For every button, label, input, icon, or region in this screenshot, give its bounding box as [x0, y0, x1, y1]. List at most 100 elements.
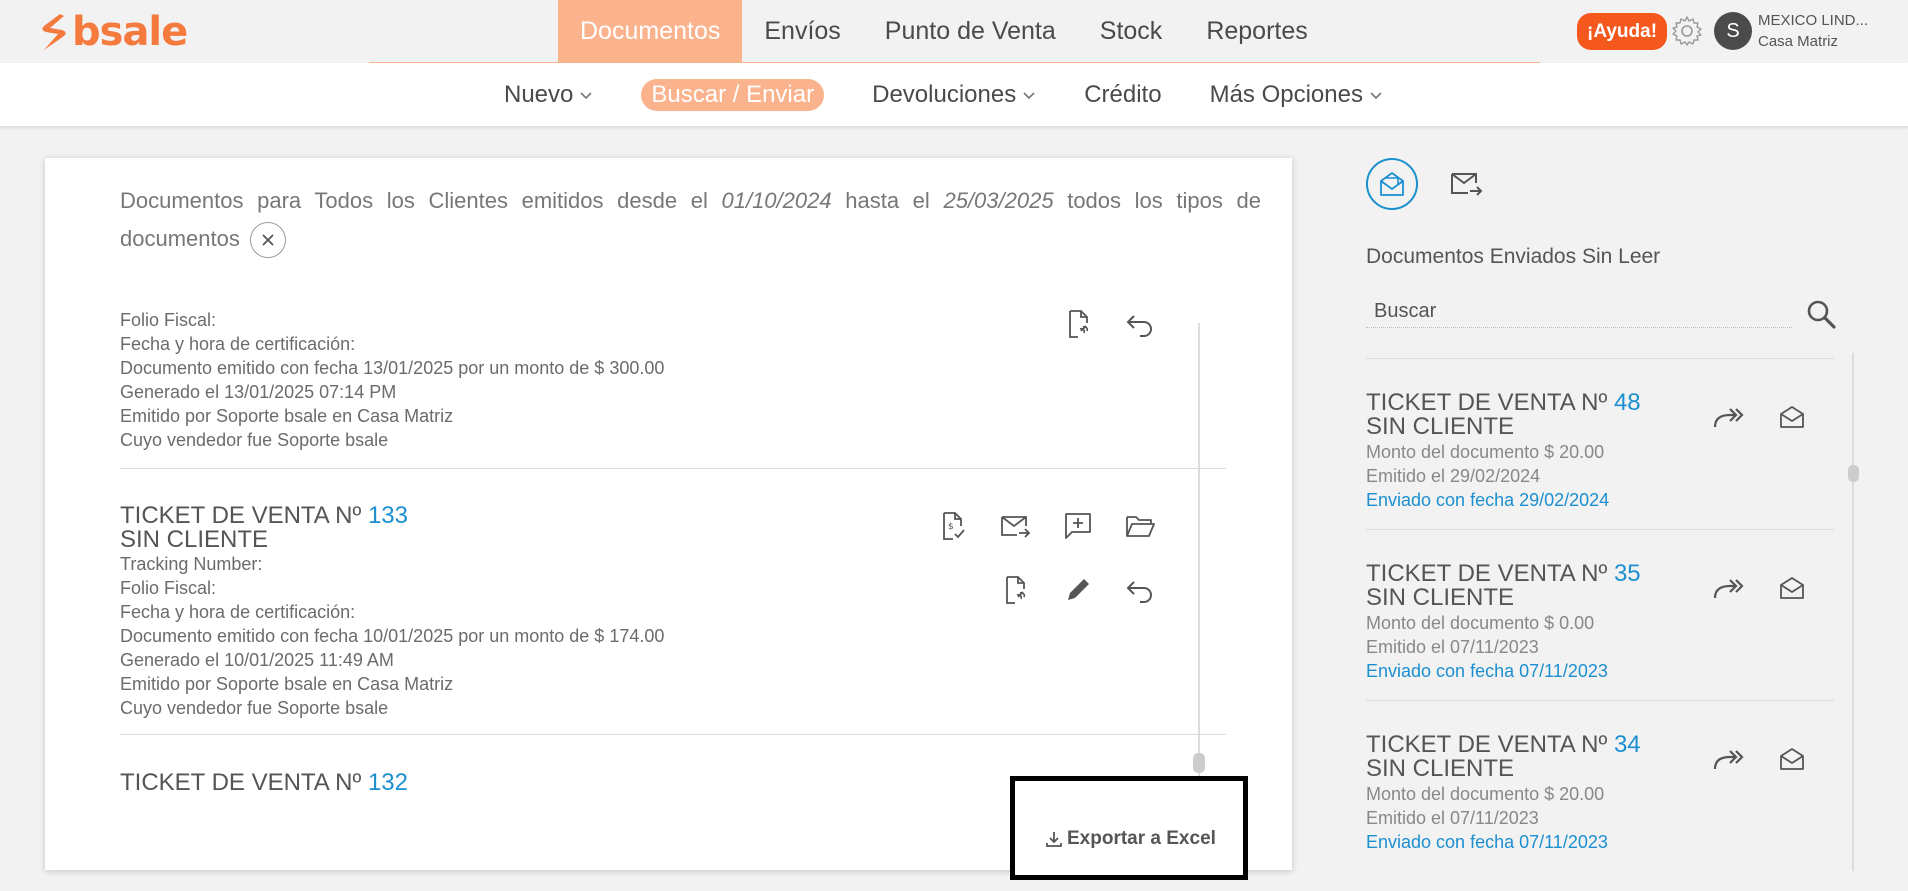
export-excel-box: Exportar a Excel — [1010, 776, 1248, 880]
avatar[interactable]: S — [1714, 12, 1752, 50]
rp-item-number[interactable]: 34 — [1614, 731, 1641, 758]
doc-line: Folio Fiscal: — [120, 310, 217, 330]
top-bar: bsale Documentos Envíos Punto de Venta S… — [0, 0, 1908, 64]
main-nav-documentos[interactable]: Documentos — [558, 0, 743, 63]
main-nav: Documentos Envíos Punto de Venta Stock R… — [558, 0, 1330, 63]
doc-title[interactable]: TICKET DE VENTA Nº 132 — [120, 769, 408, 793]
sub-nav-nuevo[interactable]: Nuevo — [504, 81, 593, 109]
forward-all-icon[interactable] — [1712, 574, 1746, 604]
user-branch[interactable]: Casa Matriz — [1758, 33, 1838, 50]
receipt-check-icon[interactable]: $ — [936, 510, 968, 542]
svg-text:$: $ — [948, 522, 954, 532]
inbox-mail-icon — [1380, 172, 1404, 196]
filter-summary: Documentos para Todos los Clientes emiti… — [120, 182, 1261, 259]
doc-line: Emitido por Soporte bsale en Casa Matriz — [120, 406, 454, 426]
rp-item-issued: Emitido el 07/11/2023 — [1366, 808, 1539, 828]
main-nav-punto-de-venta[interactable]: Punto de Venta — [863, 0, 1078, 63]
right-scrollbar-track[interactable] — [1852, 353, 1854, 871]
doc-line: Documento emitido con fecha 10/01/2025 p… — [120, 626, 665, 646]
chevron-down-icon — [580, 91, 592, 99]
rp-item-title-text: TICKET DE VENTA Nº — [1366, 731, 1608, 758]
sub-bar: Nuevo Buscar / Enviar Devoluciones Crédi… — [0, 63, 1908, 126]
doc-title-text: TICKET DE VENTA Nº — [120, 769, 362, 793]
rp-item-issued: Emitido el 07/11/2023 — [1366, 637, 1539, 657]
document-link-icon[interactable] — [999, 574, 1031, 606]
edit-pencil-icon[interactable] — [1062, 574, 1094, 606]
forward-all-icon[interactable] — [1712, 745, 1746, 775]
folder-open-icon[interactable] — [1124, 510, 1156, 542]
sub-nav-devoluciones-label: Devoluciones — [872, 80, 1017, 108]
filter-date-from: 01/10/2024 — [721, 188, 832, 213]
brand-wordmark: bsale — [72, 9, 188, 55]
rp-item-client: SIN CLIENTE — [1366, 413, 1515, 440]
main-nav-reportes[interactable]: Reportes — [1184, 0, 1329, 63]
right-scrollbar-thumb[interactable] — [1848, 465, 1859, 482]
scrollbar-thumb[interactable] — [1193, 753, 1205, 773]
rp-item-amount: Monto del documento $ 20.00 — [1366, 784, 1605, 804]
doc-number[interactable]: 132 — [368, 769, 408, 793]
rp-item-title: TICKET DE VENTA Nº 48 — [1366, 391, 1641, 415]
bsale-logo[interactable]: bsale — [38, 9, 188, 55]
doc-title[interactable]: TICKET DE VENTA Nº 133 — [120, 504, 408, 528]
mark-read-icon[interactable] — [1778, 574, 1806, 602]
rp-item-title-text: TICKET DE VENTA Nº — [1366, 560, 1608, 587]
rp-item-sent: Enviado con fecha 29/02/2024 — [1366, 490, 1610, 510]
sub-nav-buscar-enviar[interactable]: Buscar / Enviar — [641, 78, 825, 111]
doc-line: Cuyo vendedor fue Soporte bsale — [120, 430, 389, 450]
forward-all-icon[interactable] — [1712, 403, 1746, 433]
export-excel-button[interactable]: Exportar a Excel — [1045, 828, 1216, 850]
doc-number[interactable]: 133 — [368, 502, 408, 529]
clear-filter-button[interactable] — [249, 222, 286, 259]
unread-sent-list: TICKET DE VENTA Nº 48 SIN CLIENTE Monto … — [1366, 358, 1834, 871]
bsale-logo-icon — [42, 14, 66, 50]
doc-line: Fecha y hora de certificación: — [120, 334, 356, 354]
doc-line: Documento emitido con fecha 13/01/2025 p… — [120, 358, 665, 378]
doc-client: SIN CLIENTE — [120, 526, 269, 553]
main-nav-stock[interactable]: Stock — [1078, 0, 1185, 63]
chevron-down-icon — [1023, 91, 1035, 99]
mark-read-icon[interactable] — [1778, 403, 1806, 431]
doc-line: Generado el 13/01/2025 07:14 PM — [120, 382, 397, 402]
doc-line: Tracking Number: — [120, 554, 263, 574]
user-company[interactable]: MEXICO LIND... — [1758, 12, 1868, 29]
sub-nav-credito[interactable]: Crédito — [1084, 81, 1161, 109]
sub-nav-mas-opciones-label: Más Opciones — [1209, 80, 1363, 108]
search-input[interactable] — [1366, 296, 1792, 328]
close-icon — [262, 234, 274, 246]
rp-item-client: SIN CLIENTE — [1366, 584, 1515, 611]
rp-item-sent: Enviado con fecha 07/11/2023 — [1366, 661, 1608, 681]
filter-date-to: 25/03/2025 — [943, 188, 1054, 213]
list-item[interactable]: TICKET DE VENTA Nº 34 SIN CLIENTE Monto … — [1366, 700, 1834, 871]
sub-nav-devoluciones[interactable]: Devoluciones — [872, 81, 1036, 109]
add-comment-icon[interactable] — [1062, 510, 1094, 542]
sub-nav-mas-opciones[interactable]: Más Opciones — [1210, 81, 1383, 109]
rp-item-title-text: TICKET DE VENTA Nº — [1366, 389, 1608, 416]
list-item[interactable]: TICKET DE VENTA Nº 35 SIN CLIENTE Monto … — [1366, 529, 1834, 700]
mark-read-icon[interactable] — [1778, 745, 1806, 773]
chevron-down-icon — [1370, 91, 1382, 99]
search-icon[interactable] — [1804, 297, 1838, 331]
email-send-icon[interactable] — [999, 510, 1031, 542]
document-link-icon[interactable] — [1062, 308, 1094, 340]
scrollbar-track[interactable] — [1198, 323, 1200, 793]
return-icon[interactable] — [1124, 574, 1156, 606]
rp-item-number[interactable]: 48 — [1614, 389, 1641, 416]
sent-mail-icon[interactable] — [1448, 166, 1484, 202]
rp-item-issued: Emitido el 29/02/2024 — [1366, 466, 1541, 486]
help-button[interactable]: ¡Ayuda! — [1577, 13, 1668, 50]
main-nav-envios[interactable]: Envíos — [742, 0, 862, 63]
sub-nav: Nuevo Buscar / Enviar Devoluciones Crédi… — [480, 63, 1407, 126]
rp-item-amount: Monto del documento $ 0.00 — [1366, 613, 1595, 633]
list-item[interactable]: TICKET DE VENTA Nº 48 SIN CLIENTE Monto … — [1366, 358, 1834, 529]
doc-line: Fecha y hora de certificación: — [120, 602, 356, 622]
gear-icon[interactable] — [1670, 14, 1704, 48]
rp-item-title: TICKET DE VENTA Nº 34 — [1366, 733, 1641, 757]
doc-title-text: TICKET DE VENTA Nº — [120, 502, 362, 529]
doc-line: Emitido por Soporte bsale en Casa Matriz — [120, 674, 454, 694]
doc-line: Cuyo vendedor fue Soporte bsale — [120, 698, 389, 718]
return-icon[interactable] — [1124, 308, 1156, 340]
rp-item-title: TICKET DE VENTA Nº 35 — [1366, 562, 1641, 586]
inbox-tab[interactable] — [1366, 158, 1418, 210]
rp-item-number[interactable]: 35 — [1614, 560, 1641, 587]
document-list: Folio Fiscal: Fecha y hora de certificac… — [120, 308, 1230, 792]
